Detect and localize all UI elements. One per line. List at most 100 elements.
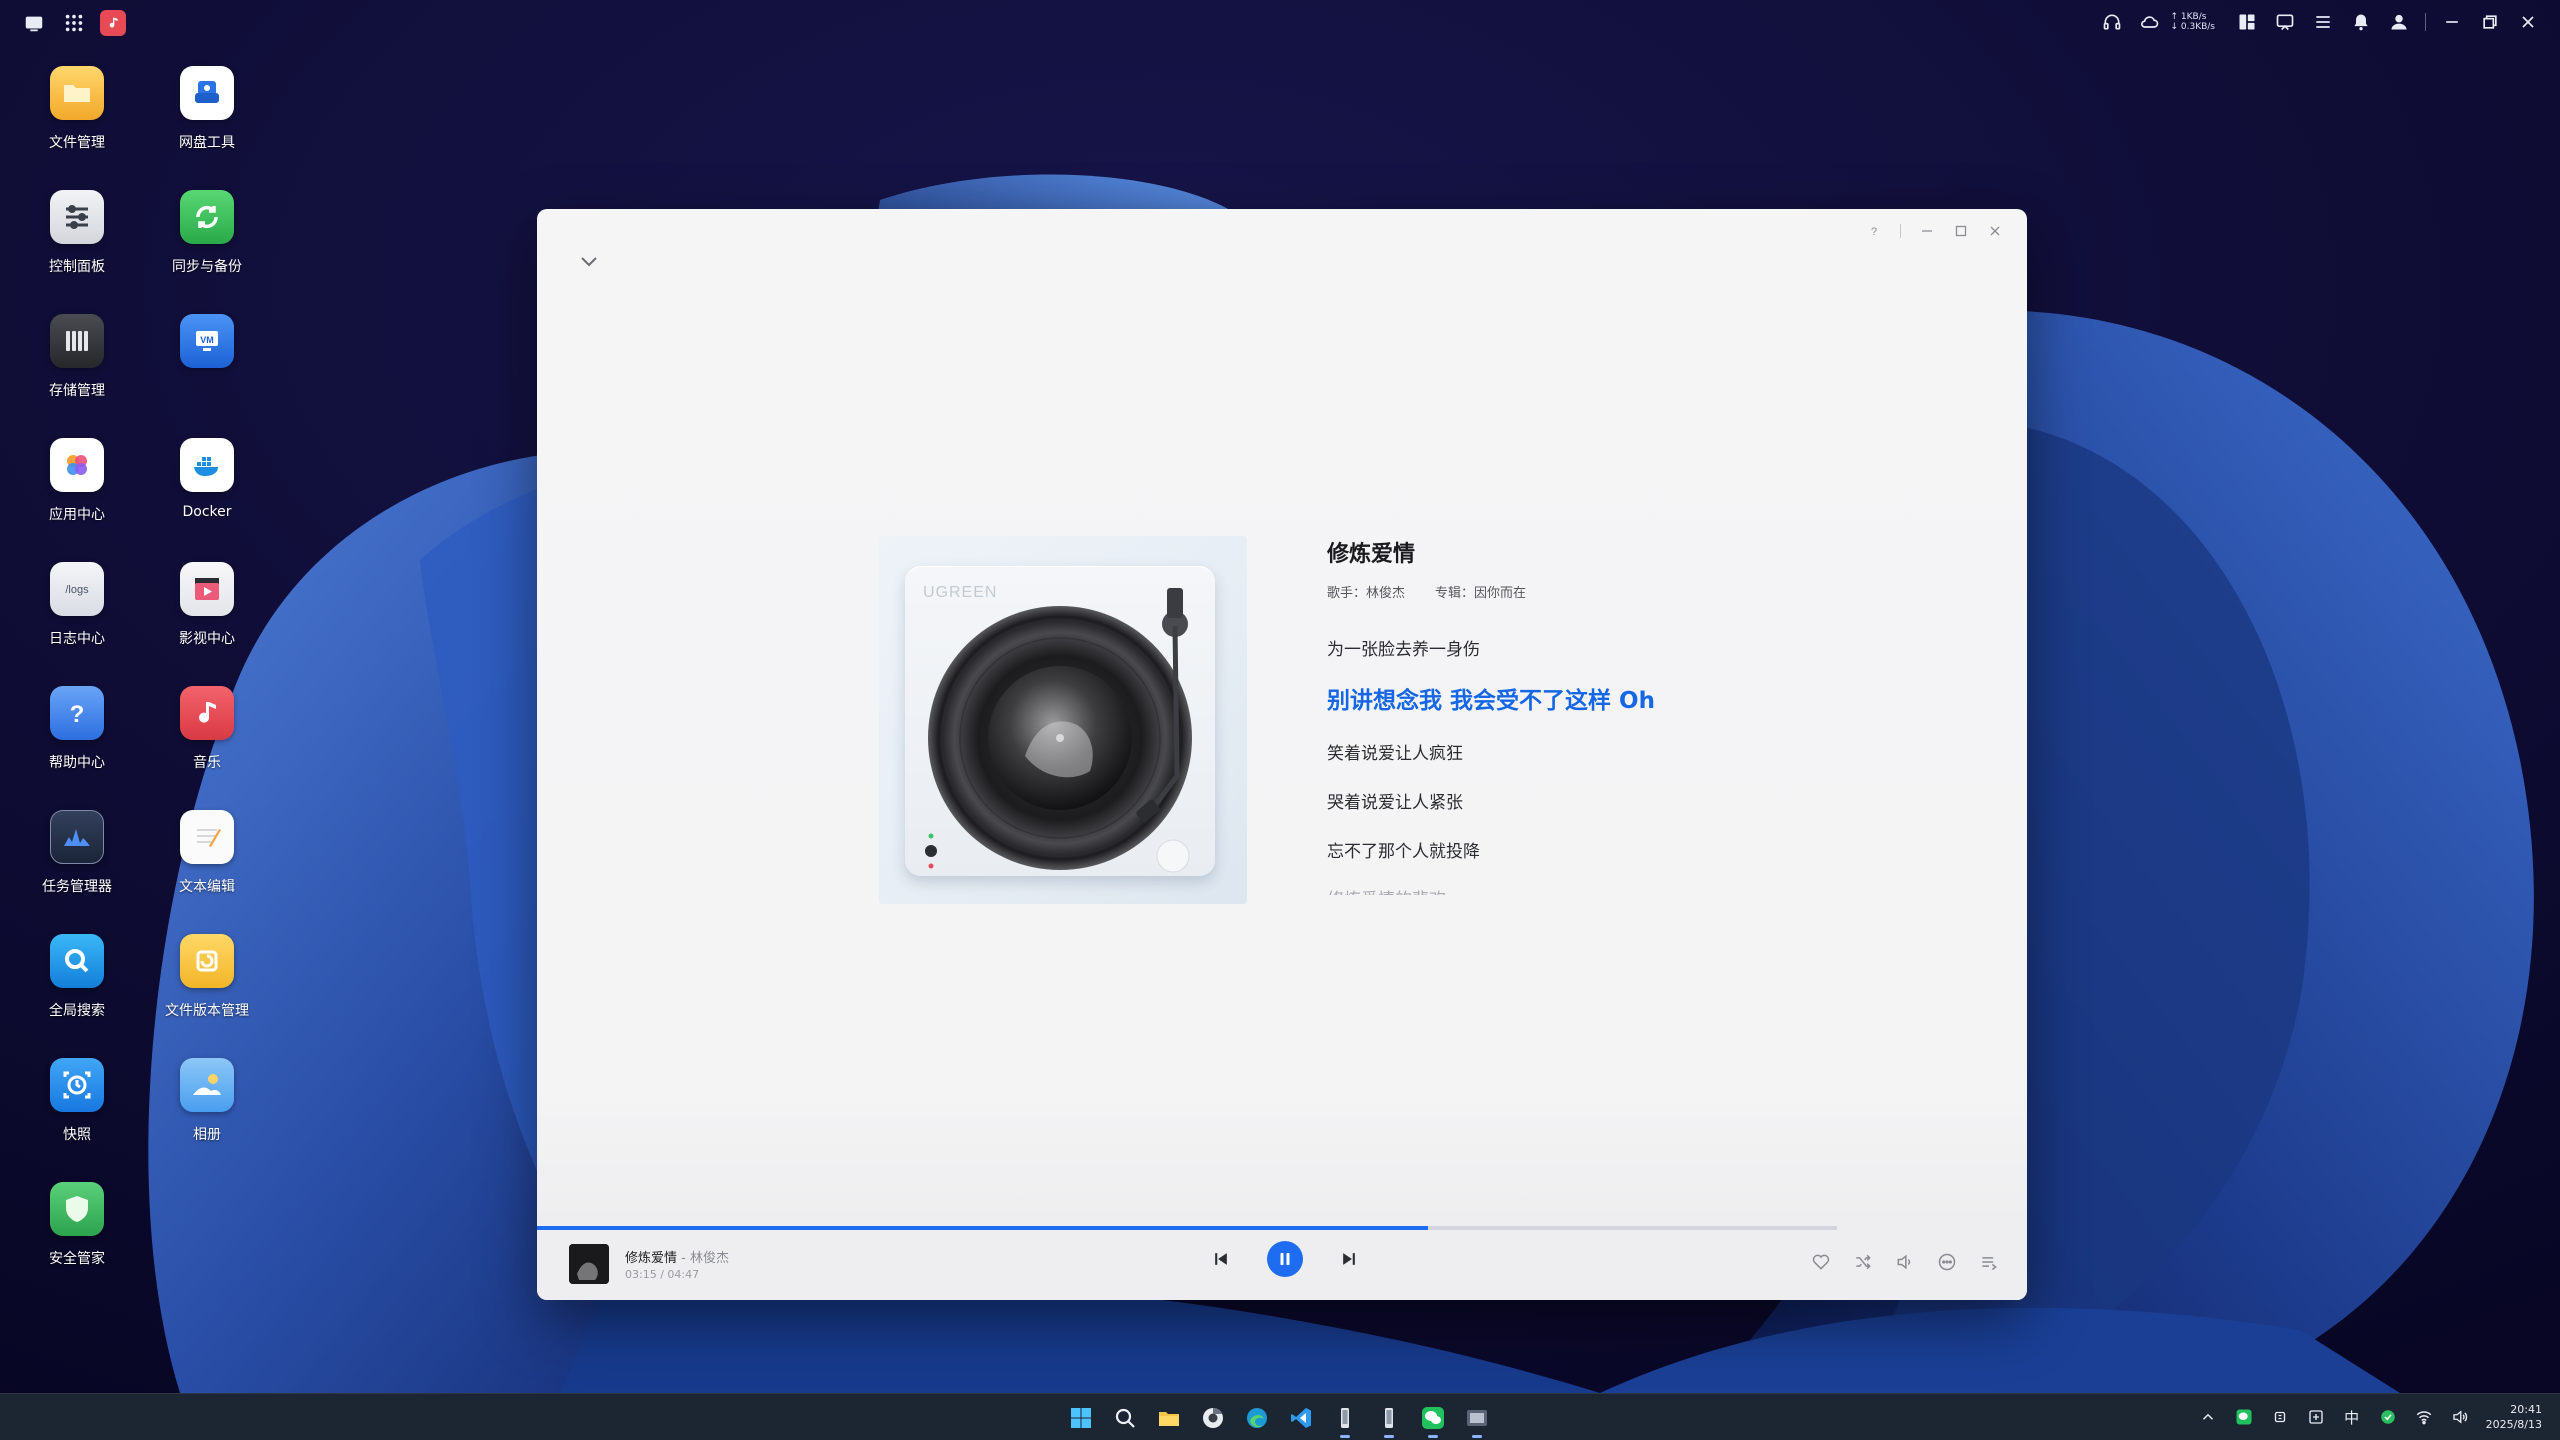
desktop-app-help-center[interactable]: ? 帮助中心 (7, 686, 147, 772)
headset-icon[interactable] (2100, 10, 2124, 34)
heart-icon[interactable] (1811, 1252, 1831, 1272)
desktop-app-file-version[interactable]: 文件版本管理 (137, 934, 277, 1020)
turntable-body: UGREEN (905, 566, 1215, 876)
app-grid-icon[interactable] (60, 10, 88, 36)
wechat-tray-icon[interactable] (2234, 1407, 2254, 1427)
phone-icon-2[interactable] (1374, 1403, 1404, 1438)
taskbar-apps (1066, 1403, 1492, 1438)
help-icon[interactable]: ? (1866, 223, 1882, 239)
playback-control-bar: 修炼爱情 - 林俊杰 03:15 / 04:47 (537, 1230, 2027, 1300)
nas-client-icon[interactable] (1462, 1403, 1492, 1438)
pause-button[interactable] (1267, 1241, 1303, 1277)
desktop-app-file-manager[interactable]: 文件管理 (7, 66, 147, 152)
desktop-app-docker[interactable]: Docker (137, 438, 277, 520)
video-center-icon (180, 562, 234, 616)
song-meta: 歌手：林俊杰 专辑：因你而在 (1327, 582, 1727, 601)
desktop-app-vm[interactable]: VM (137, 314, 277, 380)
phone-icon[interactable] (1330, 1403, 1360, 1438)
maximize-icon[interactable] (1953, 223, 1969, 239)
global-search-icon (50, 934, 104, 988)
app-label: 文本编辑 (179, 879, 235, 895)
help-icon: ? (50, 686, 104, 740)
artist-label: 歌手： (1327, 586, 1367, 601)
system-clock[interactable]: 20:41 2025/8/13 (2486, 1402, 2542, 1432)
lyric-line[interactable]: 笑着说爱让人疯狂 (1327, 739, 1463, 764)
next-track-icon[interactable] (1337, 1247, 1361, 1271)
desktop-app-photo-album[interactable]: 相册 (137, 1058, 277, 1144)
close-icon[interactable] (2516, 10, 2540, 34)
playback-time: 03:15 / 04:47 (625, 1268, 700, 1281)
chevron-down-icon[interactable] (577, 249, 601, 273)
widget-icon[interactable] (2235, 10, 2259, 34)
wechat-icon[interactable] (1418, 1403, 1448, 1438)
extra-controls (1811, 1252, 1999, 1272)
volume-icon[interactable] (1895, 1252, 1915, 1272)
desktop-app-security[interactable]: 安全管家 (7, 1182, 147, 1268)
wifi-icon[interactable] (2414, 1407, 2434, 1427)
desktop-app-music[interactable]: 音乐 (137, 686, 277, 772)
lyric-line[interactable]: 忘不了那个人就投降 (1327, 837, 1480, 862)
bell-icon[interactable] (2349, 10, 2373, 34)
desktop-app-storage-manager[interactable]: 存储管理 (7, 314, 147, 400)
album-name[interactable]: 因你而在 (1474, 586, 1526, 601)
desktop-app-text-editor[interactable]: 文本编辑 (137, 810, 277, 896)
restore-icon[interactable] (2478, 10, 2502, 34)
minimize-icon[interactable] (1919, 223, 1935, 239)
previous-track-icon[interactable] (1209, 1247, 1233, 1271)
topbar-divider (2425, 13, 2426, 31)
desktop-app-app-center[interactable]: 应用中心 (7, 438, 147, 524)
green-app-icon[interactable] (2378, 1407, 2398, 1427)
now-playing-cover[interactable] (569, 1244, 609, 1284)
desktop-app-log-center[interactable]: /logs 日志中心 (7, 562, 147, 648)
artist-name[interactable]: 林俊杰 (1366, 586, 1405, 601)
chevron-up-icon[interactable] (2198, 1407, 2218, 1427)
lyrics-panel: 为一张脸去养一身伤 别讲想念我 我会受不了这样 Oh 笑着说爱让人疯狂 哭着说爱… (1327, 635, 1787, 895)
ime-indicator[interactable]: 中 (2342, 1407, 2362, 1427)
desktop-app-sync-backup[interactable]: 同步与备份 (137, 190, 277, 276)
vscode-icon[interactable] (1286, 1403, 1316, 1433)
windows-start-icon[interactable] (1066, 1403, 1096, 1433)
music-icon (180, 686, 234, 740)
lyric-line[interactable]: 为一张脸去养一身伤 (1327, 635, 1480, 660)
shuffle-icon[interactable] (1853, 1252, 1873, 1272)
edge-icon[interactable] (1242, 1403, 1272, 1433)
music-app-icon[interactable] (100, 10, 126, 36)
search-icon[interactable] (1110, 1403, 1140, 1433)
more-options-icon[interactable] (1937, 1252, 1957, 1272)
app-label: 影视中心 (179, 631, 235, 647)
app-label: 控制面板 (49, 259, 105, 275)
text-editor-icon (180, 810, 234, 864)
lyric-line-active[interactable]: 别讲想念我 我会受不了这样 Oh (1327, 681, 1655, 715)
app-label: 相册 (193, 1127, 221, 1143)
desktop-app-control-panel[interactable]: 控制面板 (7, 190, 147, 276)
desktop-app-video-center[interactable]: 影视中心 (137, 562, 277, 648)
file-explorer-icon[interactable] (1154, 1403, 1184, 1433)
lyric-line[interactable]: 哭着说爱让人紧张 (1327, 788, 1463, 813)
settings-list-icon[interactable] (2311, 10, 2335, 34)
system-tray: 中 20:41 2025/8/13 (2198, 1402, 2542, 1432)
clock-date: 2025/8/13 (2485, 1418, 2542, 1431)
window-controls-divider (1900, 224, 1901, 238)
app-label: 全局搜索 (49, 1003, 105, 1019)
close-icon[interactable] (1987, 223, 2003, 239)
minimize-icon[interactable] (2440, 10, 2464, 34)
network-share-icon[interactable] (2306, 1407, 2326, 1427)
desktop-app-global-search[interactable]: 全局搜索 (7, 934, 147, 1020)
desktop-app-cloud-drive[interactable]: 网盘工具 (137, 66, 277, 152)
message-icon[interactable] (2273, 10, 2297, 34)
playlist-icon[interactable] (1979, 1252, 1999, 1272)
cloud-sync-icon[interactable] (2138, 10, 2162, 34)
lyric-line[interactable]: 修炼爱情的悲欢 (1327, 885, 1446, 895)
copy-icon[interactable] (2270, 1407, 2290, 1427)
window-switch-icon[interactable] (20, 10, 48, 36)
logs-icon: /logs (50, 562, 104, 616)
speaker-icon[interactable] (2450, 1407, 2470, 1427)
now-playing-song: 修炼爱情 (625, 1251, 678, 1266)
vm-icon: VM (180, 314, 234, 368)
chrome-icon[interactable] (1198, 1403, 1228, 1433)
desktop-app-task-manager[interactable]: 任务管理器 (7, 810, 147, 896)
docker-icon (180, 438, 234, 492)
user-icon[interactable] (2387, 10, 2411, 34)
desktop-app-snapshot[interactable]: 快照 (7, 1058, 147, 1144)
cloud-drive-icon (180, 66, 234, 120)
